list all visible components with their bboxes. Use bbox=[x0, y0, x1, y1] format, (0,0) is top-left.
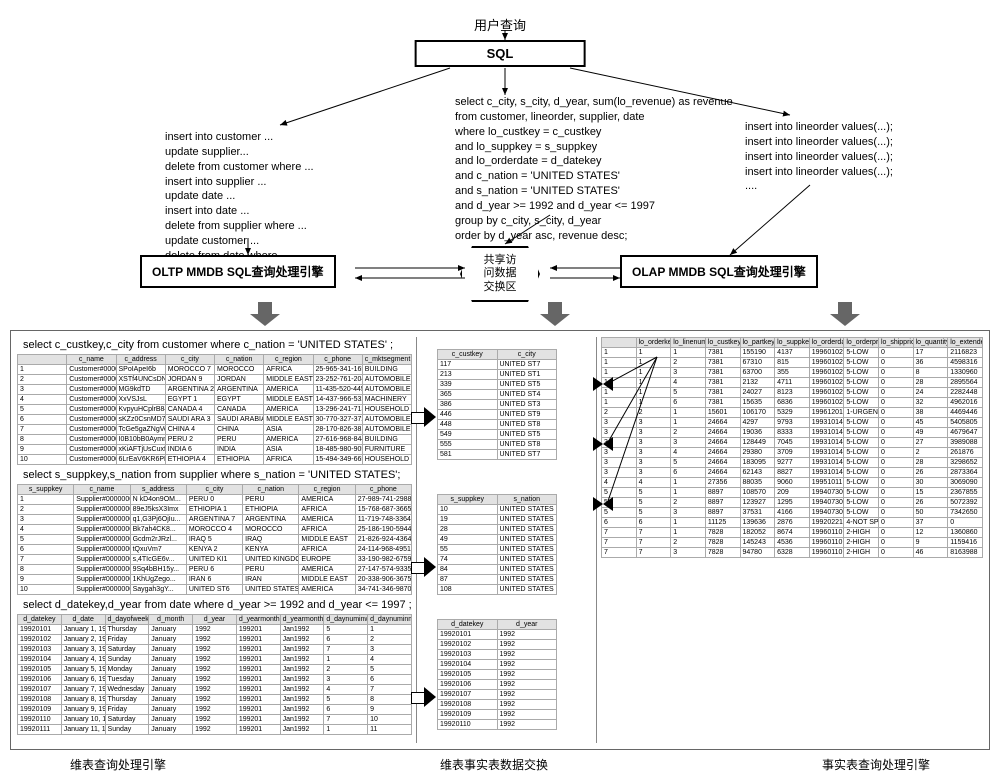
right-arrow-icon bbox=[411, 557, 437, 577]
label-exchange: 维表事实表数据交换 bbox=[440, 756, 548, 773]
branch-olap-sql: select c_city, s_city, d_year, sum(lo_re… bbox=[455, 95, 733, 243]
lineorder-table: lo_orderkeylo_linenumberlo_custkeylo_par… bbox=[601, 337, 983, 558]
join-icon bbox=[593, 437, 613, 451]
customer-table: c_namec_addressc_cityc_nationc_regionc_p… bbox=[17, 354, 412, 465]
query2-text: select s_suppkey,s_nation from supplier … bbox=[23, 469, 412, 481]
query3-text: select d_datekey,d_year from date where … bbox=[23, 599, 412, 611]
right-arrow-icon bbox=[411, 687, 437, 707]
down-arrow-icon bbox=[250, 302, 280, 328]
diagram-top: 用户查询 SQL insert into customer ... update… bbox=[10, 10, 990, 300]
down-arrow-icon bbox=[540, 302, 570, 328]
engine-olap: OLAP MMDB SQL查询处理引擎 bbox=[620, 255, 818, 288]
join-icon bbox=[593, 497, 613, 511]
supp-result-table: s_suppkeys_nation10UNITED STATES19UNITED… bbox=[437, 494, 557, 595]
fact-table-column: lo_orderkeylo_linenumberlo_custkeylo_par… bbox=[597, 337, 983, 743]
data-tables-area: select c_custkey,c_city from customer wh… bbox=[10, 330, 990, 750]
label-fact-engine: 事实表查询处理引擎 bbox=[822, 756, 930, 773]
label-dim-engine: 维表查询处理引擎 bbox=[70, 756, 166, 773]
cust-result-table: c_custkeyc_city117UNITED ST7213UNITED ST… bbox=[437, 349, 557, 460]
date-result-table: d_datekeyd_year1992010119921992010219921… bbox=[437, 619, 557, 730]
supplier-table: s_suppkeyc_names_addressc_cityc_nationc_… bbox=[17, 484, 412, 595]
bottom-labels: 维表查询处理引擎 维表事实表数据交换 事实表查询处理引擎 bbox=[10, 750, 990, 773]
date-table: d_datekeyd_dated_dayofweekd_monthd_yeard… bbox=[17, 614, 412, 735]
query1-text: select c_custkey,c_city from customer wh… bbox=[23, 339, 412, 351]
user-query-label: 用户查询 bbox=[474, 15, 526, 34]
exchange-column: c_custkeyc_city117UNITED ST7213UNITED ST… bbox=[417, 337, 597, 743]
down-arrow-icon bbox=[830, 302, 860, 328]
join-icon bbox=[593, 377, 613, 391]
dimension-queries-column: select c_custkey,c_city from customer wh… bbox=[17, 337, 417, 743]
right-arrow-icon bbox=[411, 407, 437, 427]
engine-oltp: OLTP MMDB SQL查询处理引擎 bbox=[140, 255, 336, 288]
branch-insert-sql: insert into lineorder values(...); inser… bbox=[745, 120, 893, 194]
sql-node: SQL bbox=[415, 40, 586, 67]
share-data-exchange: 共享访 问数据 交换区 bbox=[460, 246, 540, 302]
